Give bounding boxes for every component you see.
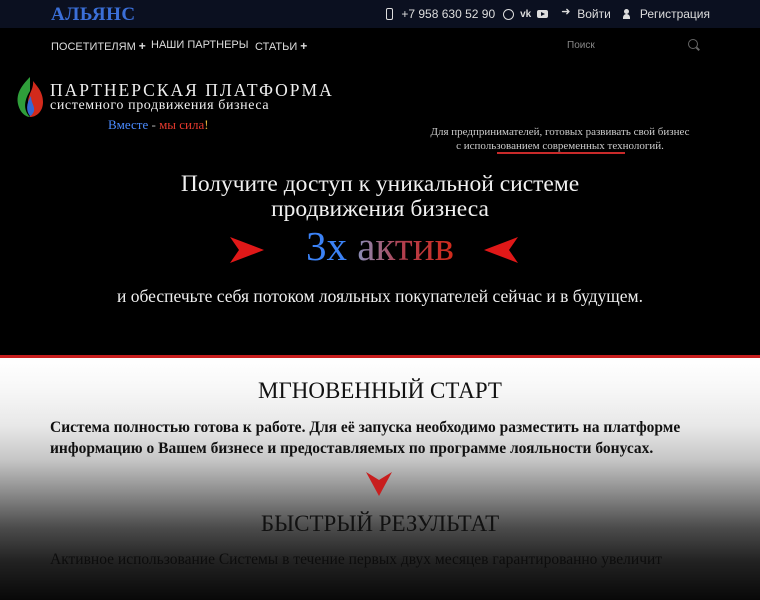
instant-start-text: Система полностью готова к работе. Для е… bbox=[50, 419, 681, 457]
fast-result-text: Активное использование Системы в течение… bbox=[50, 551, 663, 568]
phone-icon bbox=[386, 8, 394, 20]
hero-subline: и обеспечьте себя потоком лояльных покуп… bbox=[117, 286, 643, 306]
nav-item-label: СТАТЬИ bbox=[255, 41, 298, 53]
flame-logo-icon[interactable] bbox=[15, 76, 45, 118]
search-icon[interactable] bbox=[688, 39, 698, 49]
brand-name: 3х актив bbox=[0, 222, 760, 270]
hero-headline: Получите доступ к уникальной системе про… bbox=[0, 172, 760, 222]
accent-underline bbox=[497, 152, 625, 154]
whatsapp-icon[interactable] bbox=[503, 8, 515, 20]
top-bar: АЛЬЯНС +7 958 630 52 90 vk Войти Регистр… bbox=[0, 0, 760, 28]
chevron-down-icon bbox=[366, 472, 392, 496]
youtube-icon[interactable] bbox=[537, 10, 549, 18]
fast-result-title: БЫСТРЫЙ РЕЗУЛЬТАТ bbox=[260, 511, 500, 536]
nav-item-label: ПОСЕТИТЕЛЯМ bbox=[51, 41, 136, 53]
entrepreneurs-line: с использованием современных технологий. bbox=[456, 140, 664, 152]
user-plus-icon bbox=[622, 9, 635, 19]
headline-line: Получите доступ к уникальной системе bbox=[180, 171, 580, 197]
platform-subtitle: системного продвижения бизнеса bbox=[50, 98, 270, 113]
brand-part: 3х bbox=[305, 223, 347, 269]
instant-start-title: МГНОВЕННЫЙ СТАРТ bbox=[258, 378, 502, 403]
headline-line: продвижения бизнеса bbox=[271, 196, 489, 222]
register-link[interactable]: Регистрация bbox=[640, 7, 710, 21]
login-link[interactable]: Войти bbox=[577, 7, 611, 21]
arrow-left-icon bbox=[484, 237, 518, 263]
phone-link[interactable]: +7 958 630 52 90 bbox=[401, 7, 495, 21]
entrepreneurs-note: Для предпринимателей, готовых развивать … bbox=[410, 125, 710, 153]
slogan-part: ! bbox=[204, 117, 209, 132]
login-icon bbox=[561, 5, 572, 19]
nav-item-articles[interactable]: СТАТЬИ + bbox=[255, 39, 307, 53]
nav-item-visitors[interactable]: ПОСЕТИТЕЛЯМ + bbox=[51, 39, 146, 53]
slogan: Вместе - мы сила! bbox=[108, 117, 209, 133]
site-logo-text[interactable]: АЛЬЯНС bbox=[51, 4, 136, 26]
main-nav: ПОСЕТИТЕЛЯМ + НАШИ ПАРТНЕРЫ СТАТЬИ + bbox=[0, 28, 760, 62]
vk-icon[interactable]: vk bbox=[520, 9, 531, 20]
plus-icon: + bbox=[138, 39, 146, 53]
plus-icon: + bbox=[300, 39, 308, 53]
slogan-part: Вместе bbox=[108, 117, 149, 132]
nav-item-label: НАШИ ПАРТНЕРЫ bbox=[151, 39, 249, 51]
slogan-part: - bbox=[148, 117, 160, 132]
brand-part: актив bbox=[357, 223, 455, 269]
entrepreneurs-line: Для предпринимателей, готовых развивать … bbox=[430, 126, 690, 138]
search-input[interactable] bbox=[560, 34, 680, 56]
search-box bbox=[560, 34, 710, 56]
top-contacts: +7 958 630 52 90 vk Войти Регистрация bbox=[386, 5, 710, 22]
slogan-part: мы сила bbox=[159, 117, 205, 132]
nav-item-partners[interactable]: НАШИ ПАРТНЕРЫ bbox=[151, 39, 249, 51]
